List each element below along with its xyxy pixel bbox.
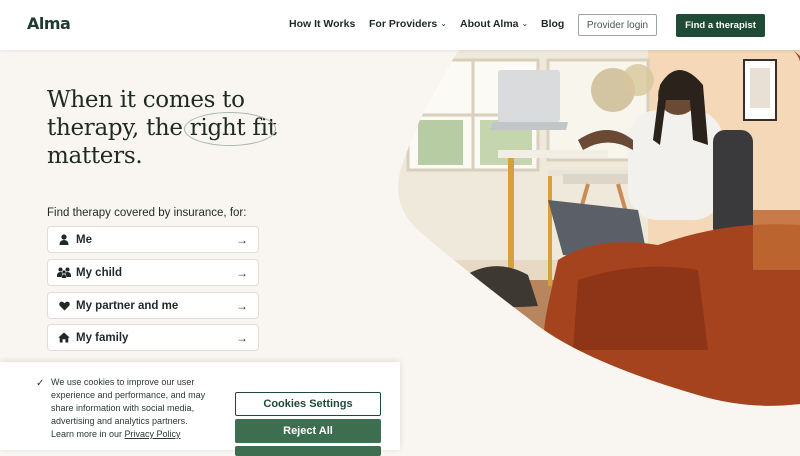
hero-title: When it comes to therapy, the right fit … [47,86,307,170]
heart-icon [57,300,71,312]
alma-logo[interactable]: Alma [27,14,71,33]
highlight-oval [183,112,276,146]
chevron-down-icon: ⌄ [521,19,529,28]
privacy-policy-link[interactable]: Privacy Policy [125,429,181,439]
arrow-right-icon: → [236,232,248,247]
accept-all-button[interactable] [235,446,381,456]
hero-title-line-2: therapy, the right fit [47,112,307,146]
option-my-child[interactable]: My child → [47,259,259,286]
person-icon [57,234,71,246]
find-therapist-button[interactable]: Find a therapist [676,14,765,37]
option-partner-and-me[interactable]: My partner and me → [47,292,259,319]
family-icon [57,267,71,279]
nav-for-providers[interactable]: For Providers ⌄ [369,18,447,30]
hero-photo [398,50,800,406]
cookies-settings-button[interactable]: Cookies Settings [235,392,381,416]
provider-login-button[interactable]: Provider login [578,14,657,36]
reject-all-button[interactable]: Reject All [235,419,381,443]
nav-about-alma[interactable]: About Alma ⌄ [460,18,528,30]
option-my-family[interactable]: My family → [47,324,259,351]
hero-title-line-3: matters. [47,143,143,169]
chevron-down-icon: ⌄ [440,19,447,28]
nav-blog[interactable]: Blog [541,18,564,30]
checkmark-icon: ✓ [36,378,45,389]
hero-title-line-1: When it comes to [47,87,245,113]
home-icon [57,332,71,344]
insurance-subtitle: Find therapy covered by insurance, for: [47,207,247,219]
arrow-right-icon: → [236,298,248,313]
cookie-text: We use cookies to improve our user exper… [51,377,206,439]
cookie-banner: ✓ We use cookies to improve our user exp… [0,362,400,456]
nav-how-it-works[interactable]: How It Works [289,18,355,30]
top-navigation: Alma How It Works For Providers ⌄ About A… [0,0,800,50]
option-me[interactable]: Me → [47,226,259,253]
arrow-right-icon: → [236,330,248,345]
arrow-right-icon: → [236,265,248,280]
